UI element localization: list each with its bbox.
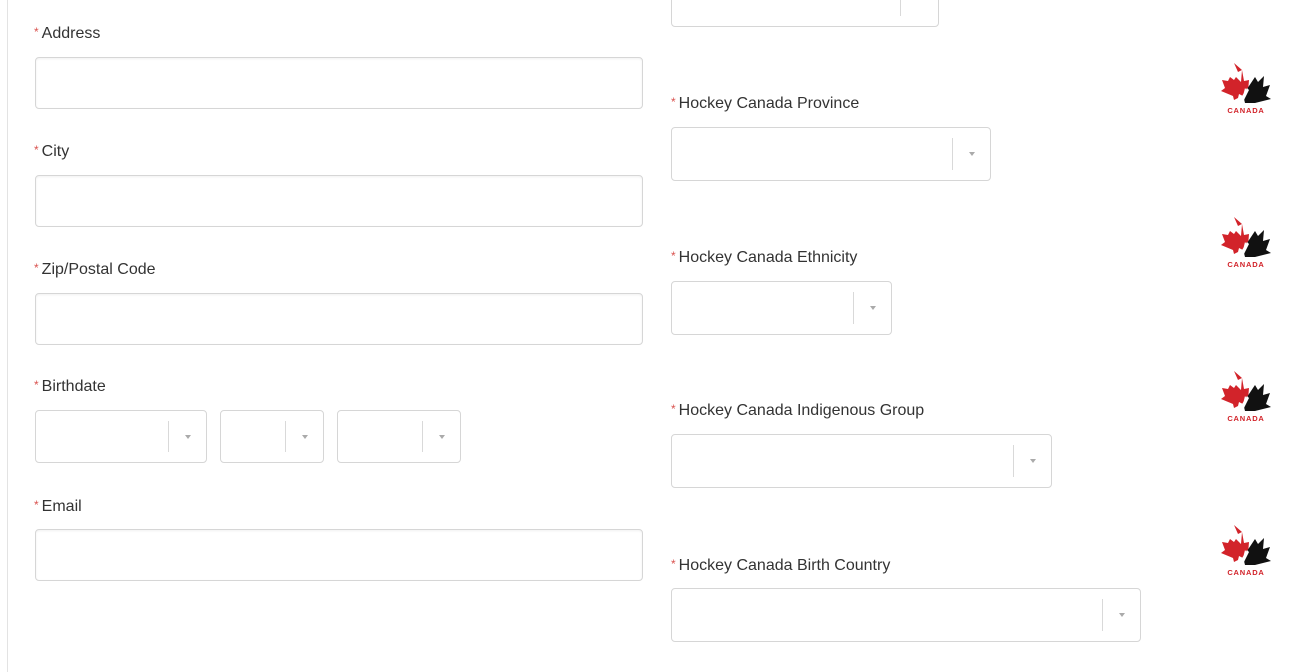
city-input[interactable]: [35, 175, 643, 227]
email-label: * Email: [34, 498, 82, 515]
postal-code-label: * Zip/Postal Code: [34, 261, 156, 278]
required-marker: *: [34, 498, 39, 512]
hockey-canada-logo-icon: CANADA: [1221, 63, 1271, 115]
select-separator: [900, 0, 901, 16]
postal-code-input[interactable]: [35, 293, 643, 345]
required-marker: *: [671, 95, 676, 109]
top-partial-select[interactable]: [671, 0, 939, 27]
indigenous-group-label: * Hockey Canada Indigenous Group: [671, 402, 925, 419]
address-input[interactable]: [35, 57, 643, 109]
hockey-canada-logo-icon: CANADA: [1221, 525, 1271, 577]
chevron-down-icon: [423, 411, 461, 462]
hockey-canada-logo-icon: CANADA: [1221, 371, 1271, 423]
required-marker: *: [34, 25, 39, 39]
required-marker: *: [34, 143, 39, 157]
email-input[interactable]: [35, 529, 643, 581]
province-label: * Hockey Canada Province: [671, 95, 860, 112]
left-divider: [7, 0, 8, 672]
ethnicity-label: * Hockey Canada Ethnicity: [671, 249, 858, 266]
chevron-down-icon: [286, 411, 324, 462]
required-marker: *: [671, 249, 676, 263]
chevron-down-icon: [854, 282, 892, 334]
hockey-canada-logo-icon: CANADA: [1221, 217, 1271, 269]
logo-text: CANADA: [1227, 414, 1264, 423]
address-label: * Address: [34, 25, 101, 42]
required-marker: *: [34, 261, 39, 275]
city-label: * City: [34, 143, 70, 160]
birth-country-select[interactable]: [671, 588, 1141, 642]
required-marker: *: [34, 378, 39, 392]
required-marker: *: [671, 557, 676, 571]
logo-text: CANADA: [1227, 106, 1264, 115]
birth-country-label: * Hockey Canada Birth Country: [671, 557, 891, 574]
ethnicity-select[interactable]: [671, 281, 892, 335]
chevron-down-icon: [169, 411, 207, 462]
logo-text: CANADA: [1227, 568, 1264, 577]
province-select[interactable]: [671, 127, 991, 181]
chevron-down-icon: [953, 128, 991, 180]
logo-text: CANADA: [1227, 260, 1264, 269]
indigenous-group-select[interactable]: [671, 434, 1052, 488]
birth-year-select[interactable]: [337, 410, 461, 463]
chevron-down-icon: [1103, 589, 1141, 641]
birthdate-label: * Birthdate: [34, 378, 106, 395]
required-marker: *: [671, 402, 676, 416]
chevron-down-icon: [1014, 435, 1052, 487]
registration-form-page: * Address * City * Zip/Postal Code * Birthda…: [0, 0, 1303, 672]
birth-month-select[interactable]: [35, 410, 207, 463]
birth-day-select[interactable]: [220, 410, 324, 463]
